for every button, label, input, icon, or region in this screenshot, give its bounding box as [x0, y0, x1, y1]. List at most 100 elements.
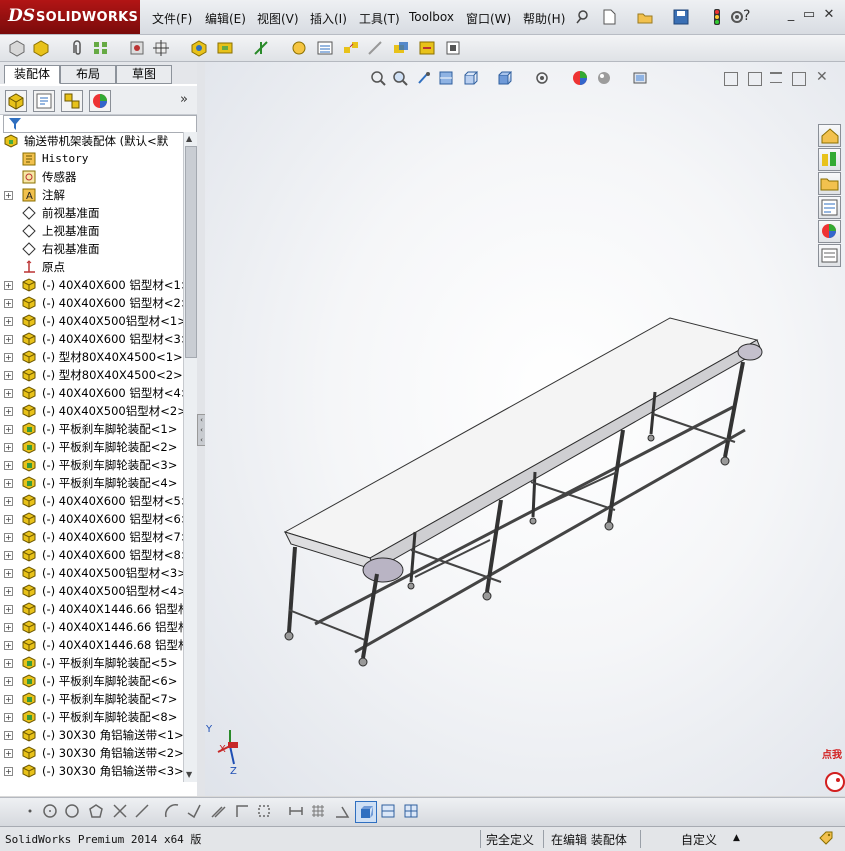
- tree-item[interactable]: + (-) 40X40X1446.66 铝型材: [0, 600, 183, 618]
- display-manager-tab-icon[interactable]: [89, 90, 111, 112]
- feature-manager-tab-icon[interactable]: [5, 90, 27, 112]
- tree-item[interactable]: 右视基准面: [0, 240, 183, 258]
- interference-detection-icon[interactable]: [392, 39, 410, 57]
- tree-item[interactable]: + (-) 平板刹车脚轮装配<3>: [0, 456, 183, 474]
- tree-item[interactable]: 上视基准面: [0, 222, 183, 240]
- line-icon[interactable]: [134, 803, 150, 819]
- new-motion-study-icon[interactable]: [290, 39, 308, 57]
- hide-show-items-icon[interactable]: [534, 70, 550, 86]
- expand-toggle-icon[interactable]: +: [4, 371, 13, 380]
- tile-windows-icon[interactable]: [403, 803, 419, 819]
- expand-toggle-icon[interactable]: +: [4, 317, 13, 326]
- insert-components-icon[interactable]: [8, 39, 26, 57]
- tree-item[interactable]: + (-) 40X40X500铝型材<4>: [0, 582, 183, 600]
- zoom-to-fit-icon[interactable]: [370, 70, 386, 86]
- tree-root-assembly[interactable]: 输送带机架装配体 (默认<默: [0, 132, 183, 150]
- tree-item[interactable]: 原点: [0, 258, 183, 276]
- show-hidden-components-icon[interactable]: [190, 39, 208, 57]
- expand-toggle-icon[interactable]: +: [4, 569, 13, 578]
- panel-splitter[interactable]: ‹ ‹ ‹: [197, 62, 206, 796]
- units-dropdown-arrow-icon[interactable]: ▲: [733, 833, 740, 843]
- view-palette-icon[interactable]: [818, 196, 841, 219]
- tree-item[interactable]: + (-) 30X30 角铝输送带<1>: [0, 726, 183, 744]
- expand-toggle-icon[interactable]: +: [4, 299, 13, 308]
- tree-item[interactable]: + (-) 40X40X600 铝型材<4>: [0, 384, 183, 402]
- expand-toggle-icon[interactable]: +: [4, 749, 13, 758]
- arc-icon[interactable]: [164, 803, 180, 819]
- two-view-icon[interactable]: [748, 72, 762, 86]
- smart-fasteners-icon[interactable]: [128, 39, 146, 57]
- tree-item[interactable]: + (-) 40X40X1446.68 铝型材: [0, 636, 183, 654]
- custom-properties-icon[interactable]: [818, 244, 841, 267]
- new-document-icon[interactable]: [600, 8, 618, 26]
- panel-overflow-chevron-icon[interactable]: »: [180, 92, 188, 107]
- tree-item[interactable]: 传感器: [0, 168, 183, 186]
- tab-layout[interactable]: 布局: [60, 65, 116, 84]
- rectangle-corner-icon[interactable]: [234, 803, 250, 819]
- clearance-verification-icon[interactable]: [418, 39, 436, 57]
- tree-item[interactable]: + (-) 平板刹车脚轮装配<7>: [0, 690, 183, 708]
- menu-help[interactable]: 帮助(H): [523, 10, 565, 27]
- edit-appearance-icon[interactable]: [572, 70, 588, 86]
- zoom-to-area-icon[interactable]: [392, 70, 408, 86]
- open-folder-icon[interactable]: [636, 8, 654, 26]
- expand-toggle-icon[interactable]: +: [4, 479, 13, 488]
- tree-item[interactable]: + (-) 40X40X600 铝型材<8>: [0, 546, 183, 564]
- view-cube-button[interactable]: [355, 801, 377, 823]
- tree-item[interactable]: + (-) 40X40X600 铝型材<5>: [0, 492, 183, 510]
- circle-center-icon[interactable]: [64, 803, 80, 819]
- window-layout-icon[interactable]: [380, 803, 396, 819]
- pin-icon[interactable]: [574, 8, 592, 26]
- expand-toggle-icon[interactable]: +: [4, 641, 13, 650]
- expand-toggle-icon[interactable]: +: [4, 659, 13, 668]
- menu-edit[interactable]: 编辑(E): [205, 10, 246, 27]
- help-icon[interactable]: ?: [743, 8, 761, 26]
- expand-toggle-icon[interactable]: +: [4, 353, 13, 362]
- expand-toggle-icon[interactable]: +: [4, 461, 13, 470]
- tag-icon[interactable]: [818, 830, 834, 846]
- tree-item[interactable]: + (-) 30X30 角铝输送带<2>: [0, 744, 183, 762]
- tree-item[interactable]: + (-) 型材80X40X4500<1> (: [0, 348, 183, 366]
- expand-toggle-icon[interactable]: +: [4, 515, 13, 524]
- tree-item[interactable]: + (-) 平板刹车脚轮装配<8>: [0, 708, 183, 726]
- configuration-manager-tab-icon[interactable]: [61, 90, 83, 112]
- move-component-icon[interactable]: [152, 39, 170, 57]
- linear-pattern-icon[interactable]: [92, 39, 110, 57]
- appearances-scenes-icon[interactable]: [818, 220, 841, 243]
- menu-view[interactable]: 视图(V): [257, 10, 299, 27]
- tree-vertical-scrollbar[interactable]: ▲ ▼: [183, 132, 197, 782]
- offset-icon[interactable]: [210, 803, 226, 819]
- mate-icon[interactable]: [32, 39, 50, 57]
- instant3d-icon[interactable]: [444, 39, 462, 57]
- minimize-icon[interactable]: _: [784, 8, 798, 22]
- expand-toggle-icon[interactable]: +: [4, 389, 13, 398]
- menu-toolbox[interactable]: Toolbox: [409, 10, 454, 24]
- expand-toggle-icon[interactable]: +: [4, 425, 13, 434]
- expand-toggle-icon[interactable]: +: [4, 281, 13, 290]
- tree-item[interactable]: + (-) 40X40X600 铝型材<7>: [0, 528, 183, 546]
- expand-toggle-icon[interactable]: +: [4, 191, 13, 200]
- apply-scene-icon[interactable]: [596, 70, 612, 86]
- menu-window[interactable]: 窗口(W): [466, 10, 511, 27]
- bill-of-materials-icon[interactable]: [316, 39, 334, 57]
- scroll-thumb[interactable]: [185, 146, 197, 358]
- tree-item[interactable]: + A 注解: [0, 186, 183, 204]
- tree-item[interactable]: + (-) 40X40X1446.66 铝型材: [0, 618, 183, 636]
- expand-toggle-icon[interactable]: +: [4, 605, 13, 614]
- tree-item[interactable]: + (-) 40X40X600 铝型材<6>: [0, 510, 183, 528]
- tree-filter-bar[interactable]: [3, 115, 197, 133]
- solidworks-resources-icon[interactable]: [818, 124, 841, 147]
- assembly-features-icon[interactable]: [216, 39, 234, 57]
- expand-toggle-icon[interactable]: +: [4, 713, 13, 722]
- graphics-area[interactable]: [205, 62, 845, 796]
- restore-icon[interactable]: ▭: [802, 8, 816, 22]
- rebuild-traffic-light-icon[interactable]: [708, 8, 726, 26]
- expand-toggle-icon[interactable]: +: [4, 443, 13, 452]
- polygon-icon[interactable]: [88, 803, 104, 819]
- expand-toggle-icon[interactable]: +: [4, 407, 13, 416]
- expand-toggle-icon[interactable]: +: [4, 695, 13, 704]
- expand-toggle-icon[interactable]: +: [4, 677, 13, 686]
- design-library-icon[interactable]: [818, 148, 841, 171]
- expand-toggle-icon[interactable]: +: [4, 587, 13, 596]
- tab-sketch[interactable]: 草图: [116, 65, 172, 84]
